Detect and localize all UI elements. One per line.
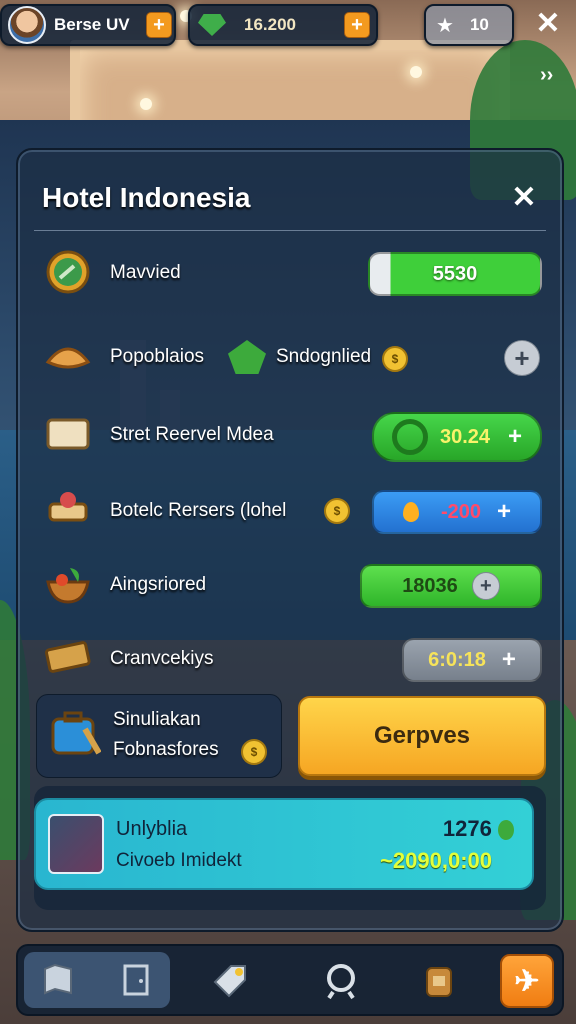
stars-count: 10	[469, 15, 489, 34]
tag-icon	[213, 965, 246, 998]
row-label: Aingsriored	[110, 574, 207, 595]
offer-price: ~2090,0:00	[380, 848, 492, 873]
row-label: Stret Reervel Mdea	[110, 424, 274, 445]
value-pill[interactable]: 6:0:18 +	[402, 638, 542, 682]
coin-icon: $	[324, 498, 350, 524]
list-item: Mavvied 5530	[18, 246, 562, 300]
progress-value: 5530	[432, 262, 478, 285]
door-icon	[123, 964, 149, 996]
currency-amount: 16.200	[244, 15, 296, 34]
sim-title: Sinuliakan	[113, 709, 201, 730]
bottom-nav: ✈	[16, 944, 564, 1016]
simulation-card[interactable]: Sinuliakan Fobnasfores $	[36, 694, 282, 778]
panel-title: Hotel Indonesia	[42, 182, 251, 213]
list-item: Cranvcekiys 6:0:18 +	[18, 632, 562, 686]
row-value: 18036	[402, 574, 458, 597]
add-button[interactable]: +	[504, 340, 540, 376]
value-pill[interactable]: 30.24 +	[372, 412, 542, 462]
map-icon	[44, 963, 72, 995]
divider	[34, 230, 546, 231]
leaf-icon	[228, 340, 266, 374]
row-label: Cranvcekiys	[110, 648, 214, 669]
search-icon	[327, 964, 355, 1000]
fast-forward-icon[interactable]: ››	[540, 64, 553, 87]
row-label: Botelc Rersers (lohel	[110, 500, 287, 521]
leaf-icon	[498, 820, 514, 841]
avatar[interactable]	[8, 6, 46, 44]
luggage-icon	[47, 709, 102, 759]
value-pill[interactable]: 18036 +	[360, 564, 542, 608]
croissant-icon	[44, 332, 92, 380]
nav-tab-shop[interactable]	[196, 952, 266, 1008]
row-label: Mavvied	[110, 262, 181, 283]
coin-icon: $	[382, 346, 408, 372]
room-service-icon	[44, 486, 92, 534]
player-name: Berse UV	[54, 15, 130, 34]
offer-title: Unlyblia	[116, 818, 188, 840]
list-item: Botelc Rersers (lohel $ -200 +	[18, 484, 562, 538]
row-label: Popoblaios	[110, 346, 205, 367]
plus-icon: +	[501, 646, 516, 673]
list-item: Stret Reervel Mdea 30.24 +	[18, 408, 562, 462]
list-item: Aingsriored 18036 +	[18, 558, 562, 612]
row-value: -200	[440, 500, 481, 523]
row-value: 30.24	[439, 425, 491, 448]
food-bowl-icon	[44, 560, 92, 608]
player-pill[interactable]: Berse UV +	[0, 4, 176, 46]
ceiling-light	[410, 66, 422, 78]
ticket-icon	[44, 634, 92, 682]
cash-icon	[198, 14, 226, 36]
plus-icon: +	[508, 423, 523, 450]
coin-icon: $	[241, 739, 267, 765]
currency-pill: 16.200 +	[188, 4, 378, 46]
offer-card[interactable]: Unlyblia Civoeb Imidekt 1276 ~2090,0:00	[34, 798, 534, 890]
plus-icon: +	[471, 572, 500, 600]
map-icon	[48, 814, 104, 874]
add-currency-button[interactable]: +	[344, 12, 370, 38]
offer-subtitle: Civoeb Imidekt	[116, 850, 242, 871]
sim-subtitle: Fobnasfores	[113, 739, 219, 760]
close-icon[interactable]: ✕	[528, 6, 568, 42]
offer-amount-value: 1276	[442, 816, 492, 841]
progress-bar: 5530	[368, 252, 542, 296]
flame-icon	[402, 502, 419, 522]
top-bar: Berse UV + 16.200 + ★ 10 ✕	[0, 0, 576, 48]
star-icon: ★	[436, 14, 454, 37]
nav-tab-search[interactable]	[306, 952, 376, 1008]
nav-tab-inventory[interactable]	[404, 952, 474, 1008]
hotel-panel: Hotel Indonesia ✕ Mavvied 5530 Popoblaio…	[16, 148, 564, 932]
offer-section: Unlyblia Civoeb Imidekt 1276 ~2090,0:00	[34, 786, 546, 910]
globe-icon	[44, 248, 92, 296]
timer-ring-icon	[391, 419, 428, 455]
nav-tab-map[interactable]	[24, 952, 170, 1008]
value-pill[interactable]: -200 +	[372, 490, 542, 534]
stars-pill: ★ 10	[424, 4, 514, 46]
go-button[interactable]: ✈	[500, 954, 554, 1008]
towel-icon	[44, 410, 92, 458]
close-icon[interactable]: ✕	[506, 180, 542, 216]
list-item: Popoblaios Sndognlied $ +	[18, 330, 562, 384]
backpack-icon	[426, 967, 452, 997]
add-xp-button[interactable]: +	[146, 12, 172, 38]
action-button[interactable]: Gerpves	[298, 696, 546, 776]
row-label-secondary: Sndognlied	[276, 346, 372, 367]
offer-amount: 1276	[443, 816, 514, 842]
row-value: 6:0:18	[428, 648, 486, 671]
ceiling-light	[140, 98, 152, 110]
plus-icon: +	[497, 498, 512, 525]
plane-icon: ✈	[514, 964, 540, 998]
